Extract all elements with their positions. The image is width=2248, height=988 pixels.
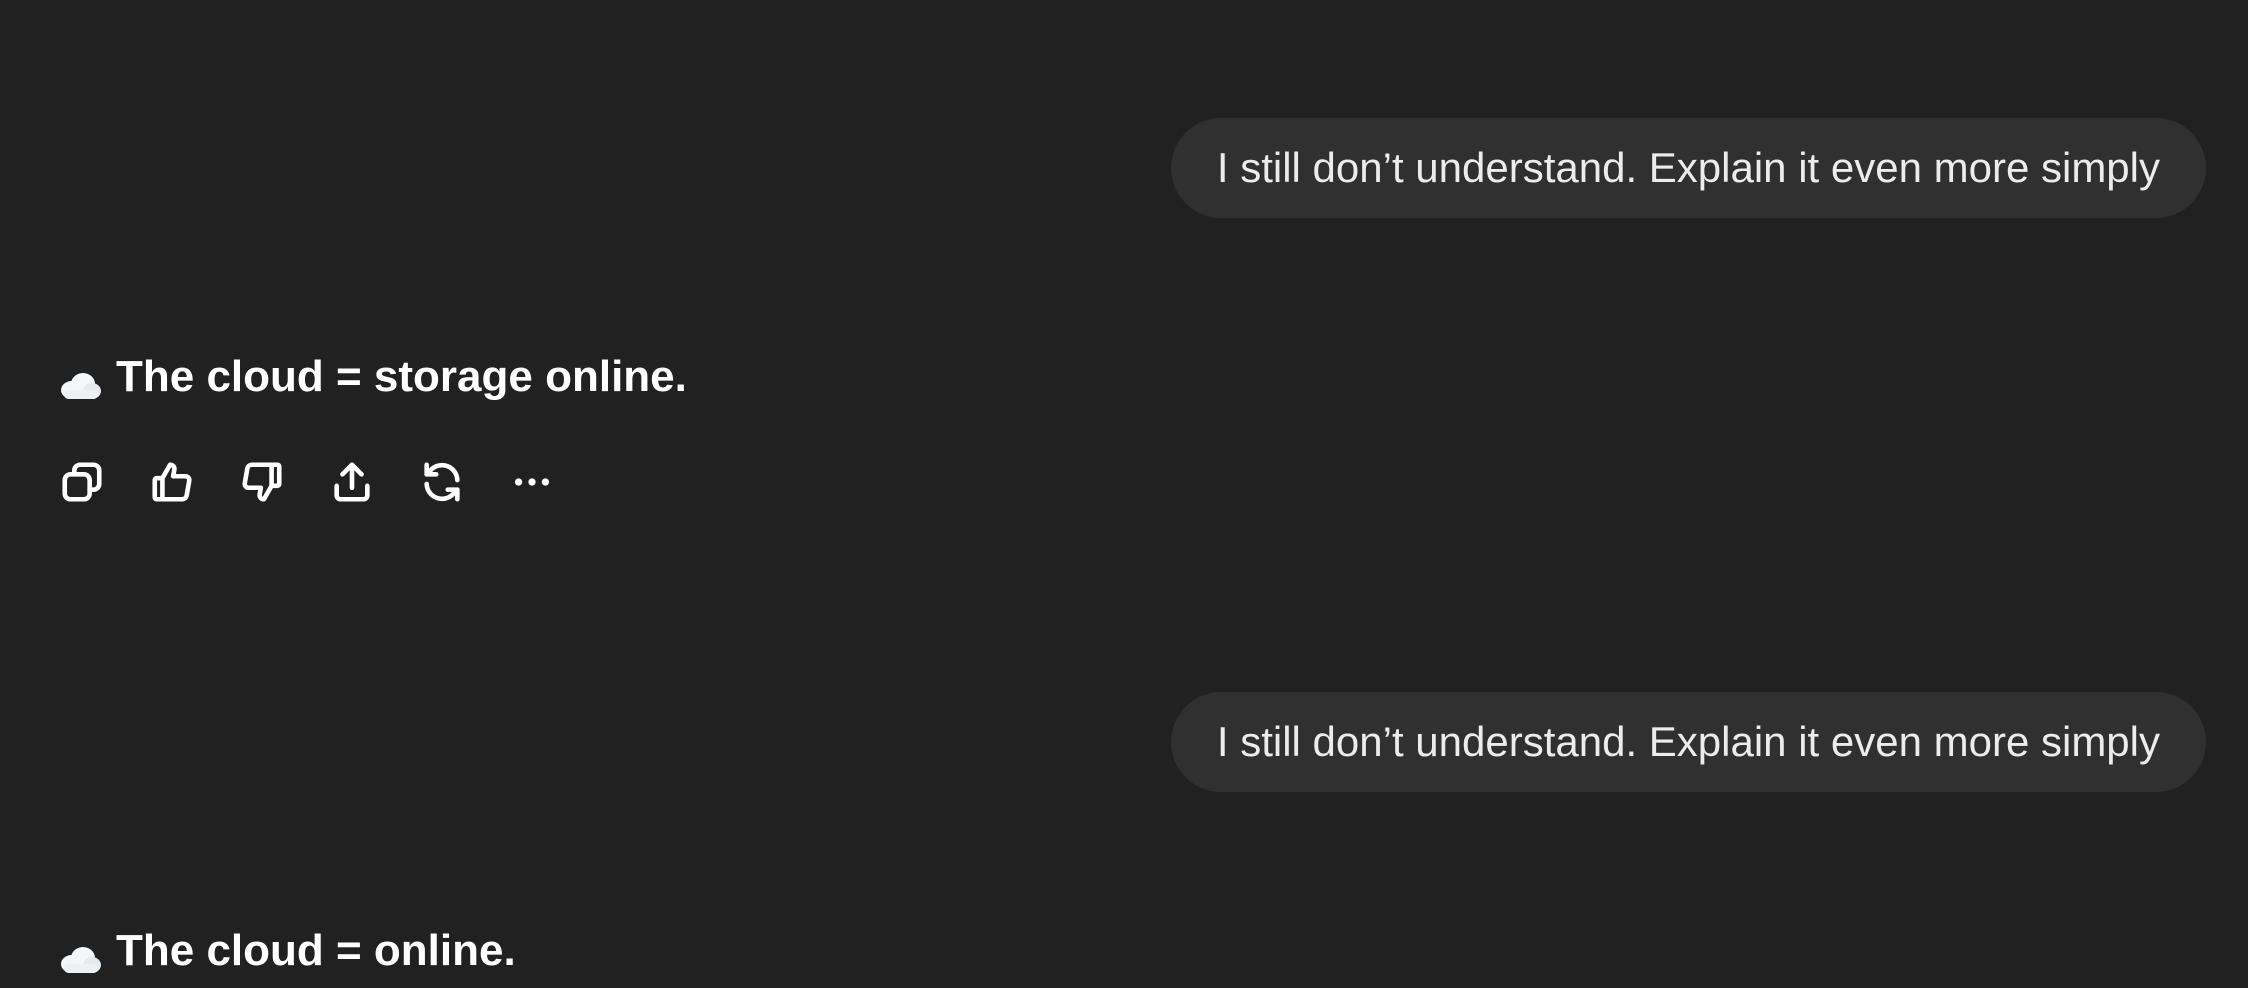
share-icon <box>329 459 375 510</box>
assistant-message-text: The cloud = online. <box>116 926 516 975</box>
regenerate-button[interactable] <box>418 460 466 508</box>
copy-button[interactable] <box>58 460 106 508</box>
assistant-message: The cloud = storage online. <box>58 352 687 402</box>
thumbs-down-icon <box>239 459 285 510</box>
user-message-text: I still don’t understand. Explain it eve… <box>1216 718 2160 765</box>
copy-icon <box>59 459 105 510</box>
share-button[interactable] <box>328 460 376 508</box>
message-action-bar <box>58 460 556 508</box>
assistant-message: The cloud = online. <box>58 926 516 976</box>
regenerate-icon <box>419 459 465 510</box>
user-message: I still don’t understand. Explain it eve… <box>1170 692 2206 792</box>
thumbs-up-button[interactable] <box>148 460 196 508</box>
more-options-button[interactable] <box>508 460 556 508</box>
thumbs-up-icon <box>149 459 195 510</box>
user-message-text: I still don’t understand. Explain it eve… <box>1216 144 2160 191</box>
assistant-message-text: The cloud = storage online. <box>116 352 687 401</box>
more-icon <box>509 459 555 510</box>
chat-thread: I still don’t understand. Explain it eve… <box>0 0 2248 988</box>
user-message: I still don’t understand. Explain it eve… <box>1170 118 2206 218</box>
thumbs-down-button[interactable] <box>238 460 286 508</box>
cloud-icon <box>58 362 102 399</box>
cloud-icon <box>58 936 102 973</box>
